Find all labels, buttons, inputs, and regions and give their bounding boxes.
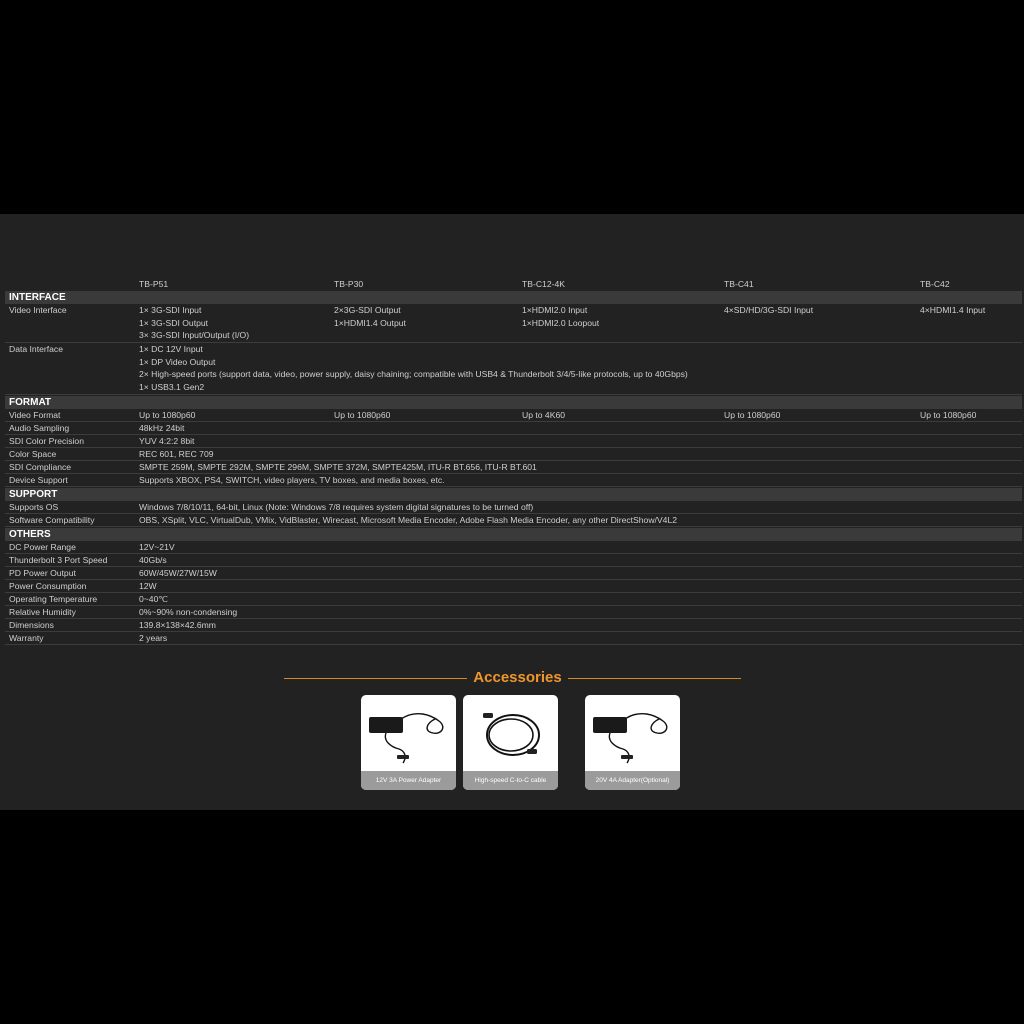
cell-all-models: 1× DC 12V Input 1× DP Video Output 2× Hi… xyxy=(139,343,688,394)
row-dc-power-range: DC Power Range 12V~21V xyxy=(5,541,1022,554)
cell-line: 1×HDMI2.0 Loopout xyxy=(522,317,600,328)
cell-line: 1× 3G-SDI Input xyxy=(139,305,202,315)
cell-value: 0%~90% non-condensing xyxy=(139,607,238,617)
row-label: Software Compatibility xyxy=(9,515,95,525)
section-others: OTHERS xyxy=(5,528,1022,541)
cell-tb-c12-4k: 1×HDMI2.0 Input 1×HDMI2.0 Loopout xyxy=(522,304,599,329)
usb-c-cable-icon xyxy=(483,713,540,756)
accessory-card-c-to-c-cable: High-speed C-to-C cable xyxy=(463,695,558,790)
row-label: Dimensions xyxy=(9,620,54,630)
accessories-header: Accessories xyxy=(284,668,741,690)
row-data-interface: Data Interface 1× DC 12V Input 1× DP Vid… xyxy=(5,343,1022,395)
row-supports-os: Supports OS Windows 7/8/10/11, 64-bit, L… xyxy=(5,501,1022,514)
row-video-interface: Video Interface 1× 3G-SDI Input 1× 3G-SD… xyxy=(5,304,1022,343)
cell-value: 12W xyxy=(139,581,157,591)
row-operating-temperature: Operating Temperature 0~40℃ xyxy=(5,593,1022,606)
cell-value: SMPTE 259M, SMPTE 292M, SMPTE 296M, SMPT… xyxy=(139,462,537,472)
cell-line: 2×3G-SDI Output xyxy=(334,305,401,315)
cell-tb-c12-4k: Up to 4K60 xyxy=(522,410,565,420)
row-label: Video Format xyxy=(9,410,61,420)
accessory-caption: 20V 4A Adapter(Optional) xyxy=(585,771,680,790)
cell-tb-c41: Up to 1080p60 xyxy=(724,410,781,420)
row-label: Supports OS xyxy=(9,502,59,512)
cell-value: YUV 4:2:2 8bit xyxy=(139,436,195,446)
cell-tb-p30: 2×3G-SDI Output 1×HDMI1.4 Output xyxy=(334,304,406,329)
row-label: DC Power Range xyxy=(9,542,76,552)
row-dimensions: Dimensions 139.8×138×42.6mm xyxy=(5,619,1022,632)
row-label: SDI Color Precision xyxy=(9,436,84,446)
cell-value: 40Gb/s xyxy=(139,555,167,565)
row-label: Relative Humidity xyxy=(9,607,76,617)
cell-tb-p30: Up to 1080p60 xyxy=(334,410,391,420)
row-audio-sampling: Audio Sampling 48kHz 24bit xyxy=(5,422,1022,435)
accessory-caption: 12V 3A Power Adapter xyxy=(361,771,456,790)
section-support: SUPPORT xyxy=(5,488,1022,501)
cell-line: 1×HDMI2.0 Input xyxy=(522,305,588,315)
row-software-compatibility: Software Compatibility OBS, XSplit, VLC,… xyxy=(5,514,1022,527)
row-label: Operating Temperature xyxy=(9,594,98,604)
spec-table: TB-P51 TB-P30 TB-C12-4K TB-C41 TB-C42 IN… xyxy=(5,278,1022,645)
row-sdi-compliance: SDI Compliance SMPTE 259M, SMPTE 292M, S… xyxy=(5,461,1022,474)
cell-line: 2× High-speed ports (support data, video… xyxy=(139,369,688,380)
row-color-space: Color Space REC 601, REC 709 xyxy=(5,448,1022,461)
row-label: Data Interface xyxy=(9,344,63,354)
row-video-format: Video Format Up to 1080p60 Up to 1080p60… xyxy=(5,409,1022,422)
accessories-title: Accessories xyxy=(473,669,562,686)
row-device-support: Device Support Supports XBOX, PS4, SWITC… xyxy=(5,474,1022,487)
row-sdi-color-precision: SDI Color Precision YUV 4:2:2 8bit xyxy=(5,435,1022,448)
power-adapter-icon xyxy=(593,712,668,764)
cell-tb-p51: Up to 1080p60 xyxy=(139,410,196,420)
row-relative-humidity: Relative Humidity 0%~90% non-condensing xyxy=(5,606,1022,619)
cell-line: 3× 3G-SDI Input/Output (I/O) xyxy=(139,330,250,341)
cell-value: REC 601, REC 709 xyxy=(139,449,214,459)
row-tb3-port-speed: Thunderbolt 3 Port Speed 40Gb/s xyxy=(5,554,1022,567)
cell-tb-c42: Up to 1080p60 xyxy=(920,410,977,420)
row-label: Video Interface xyxy=(9,305,67,315)
model-tb-c12-4k: TB-C12-4K xyxy=(522,279,565,289)
row-label: PD Power Output xyxy=(9,568,76,578)
power-adapter-icon xyxy=(369,712,444,764)
cell-line: 1× 3G-SDI Output xyxy=(139,317,209,328)
cell-line: 1× DP Video Output xyxy=(139,356,216,367)
cell-value: 48kHz 24bit xyxy=(139,423,185,433)
accessory-caption: High-speed C-to-C cable xyxy=(463,771,558,790)
divider-right xyxy=(568,678,741,679)
row-label: Power Consumption xyxy=(9,581,87,591)
cell-tb-p51: 1× 3G-SDI Input 1× 3G-SDI Output 3× 3G-S… xyxy=(139,304,249,342)
section-format: FORMAT xyxy=(5,396,1022,409)
cell-value: 60W/45W/27W/15W xyxy=(139,568,217,578)
section-interface: INTERFACE xyxy=(5,291,1022,304)
row-pd-power-output: PD Power Output 60W/45W/27W/15W xyxy=(5,567,1022,580)
cell-tb-c41: 4×SD/HD/3G-SDI Input xyxy=(724,305,814,315)
accessory-card-power-adapter-20v: 20V 4A Adapter(Optional) xyxy=(585,695,680,790)
cell-value: Windows 7/8/10/11, 64-bit, Linux (Note: … xyxy=(139,502,534,512)
cell-value: OBS, XSplit, VLC, VirtualDub, VMix, VidB… xyxy=(139,515,677,525)
cell-value: Supports XBOX, PS4, SWITCH, video player… xyxy=(139,475,445,485)
divider-left xyxy=(284,678,467,679)
model-header-row: TB-P51 TB-P30 TB-C12-4K TB-C41 TB-C42 xyxy=(5,278,1022,290)
cell-line: 1× USB3.1 Gen2 xyxy=(139,382,205,393)
cell-tb-c42: 4×HDMI1.4 Input xyxy=(920,305,986,315)
cell-line: 1×HDMI1.4 Output xyxy=(334,317,406,328)
row-power-consumption: Power Consumption 12W xyxy=(5,580,1022,593)
cell-value: 0~40℃ xyxy=(139,594,169,604)
row-label: SDI Compliance xyxy=(9,462,72,472)
cell-value: 12V~21V xyxy=(139,542,175,552)
cell-line: 1× DC 12V Input xyxy=(139,344,203,354)
model-tb-p51: TB-P51 xyxy=(139,279,169,289)
row-label: Device Support xyxy=(9,475,68,485)
accessory-card-power-adapter-12v: 12V 3A Power Adapter xyxy=(361,695,456,790)
model-tb-c41: TB-C41 xyxy=(724,279,754,289)
row-label: Thunderbolt 3 Port Speed xyxy=(9,555,108,565)
row-warranty: Warranty 2 years xyxy=(5,632,1022,645)
model-tb-p30: TB-P30 xyxy=(334,279,364,289)
model-tb-c42: TB-C42 xyxy=(920,279,950,289)
row-label: Audio Sampling xyxy=(9,423,70,433)
cell-value: 139.8×138×42.6mm xyxy=(139,620,216,630)
row-label: Color Space xyxy=(9,449,57,459)
cell-value: 2 years xyxy=(139,633,168,643)
row-label: Warranty xyxy=(9,633,44,643)
